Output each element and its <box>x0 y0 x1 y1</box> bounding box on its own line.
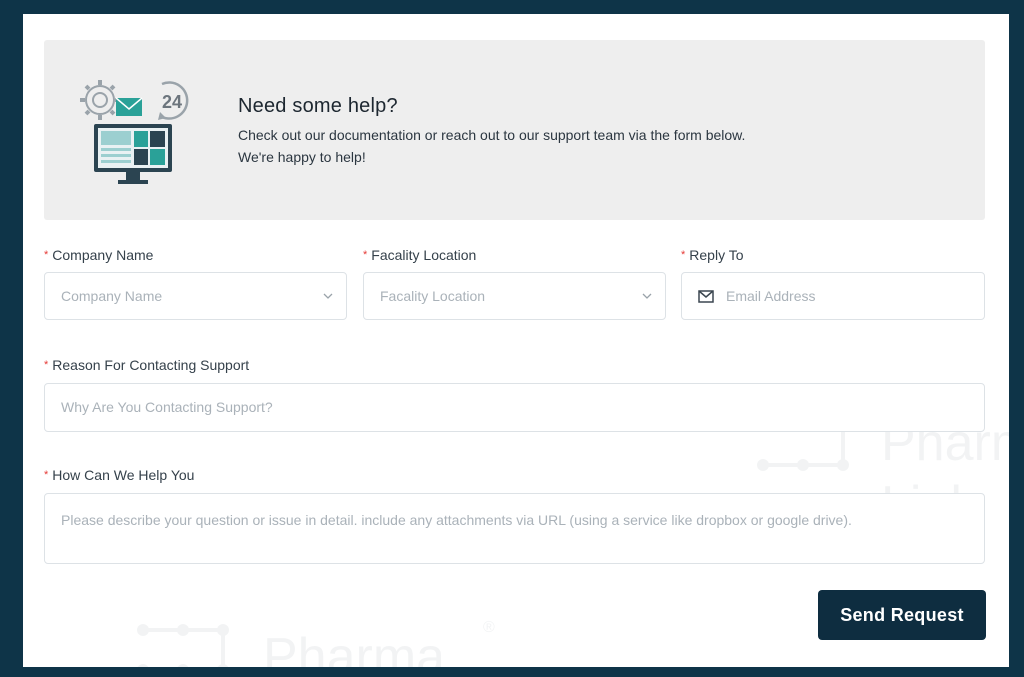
reply-to-label-text: Reply To <box>689 247 744 263</box>
required-marker: * <box>44 359 49 371</box>
mail-icon <box>698 290 714 303</box>
email-address-placeholder: Email Address <box>726 288 816 304</box>
help-details-label: * How Can We Help You <box>44 467 194 483</box>
clock-24-label: 24 <box>162 92 182 112</box>
gear-icon <box>80 80 120 120</box>
facility-location-placeholder: Facality Location <box>380 288 486 304</box>
help-details-placeholder: Please describe your question or issue i… <box>61 512 852 528</box>
send-request-button[interactable]: Send Request <box>818 590 986 640</box>
help-description: Check out our documentation or reach out… <box>238 127 746 165</box>
required-marker: * <box>363 249 368 261</box>
support-illustration-icon: 24 <box>80 80 189 184</box>
required-marker: * <box>681 249 686 261</box>
monitor-icon <box>94 124 172 184</box>
support-form-panel: Pharma Link Pharma ® <box>23 14 1009 667</box>
reason-placeholder: Why Are You Contacting Support? <box>61 399 273 415</box>
chevron-down-icon <box>642 293 652 299</box>
facility-location-select[interactable]: Facality Location <box>363 272 666 320</box>
required-marker: * <box>44 249 49 261</box>
envelope-icon <box>115 97 143 116</box>
required-marker: * <box>44 469 49 481</box>
company-name-placeholder: Company Name <box>61 288 163 304</box>
clock-24-icon: 24 <box>158 81 189 120</box>
company-name-select[interactable]: Company Name <box>44 272 347 320</box>
help-title: Need some help? <box>238 95 398 117</box>
reason-input[interactable]: Why Are You Contacting Support? <box>44 383 985 432</box>
reply-to-label: * Reply To <box>681 247 744 263</box>
help-banner: 24 Need some help? Check out our documen… <box>44 40 985 220</box>
reply-to-email-input[interactable]: Email Address <box>681 272 985 320</box>
help-details-textarea[interactable]: Please describe your question or issue i… <box>44 493 985 564</box>
facility-location-label: * Facality Location <box>363 247 476 263</box>
reason-label: * Reason For Contacting Support <box>44 357 249 373</box>
company-name-label-text: Company Name <box>52 247 154 263</box>
facility-location-label-text: Facality Location <box>371 247 477 263</box>
watermark-logo-bottom: Pharma ® <box>137 619 495 667</box>
reason-label-text: Reason For Contacting Support <box>52 357 250 373</box>
help-details-label-text: How Can We Help You <box>52 467 195 483</box>
watermark-word-pharma: Pharma <box>263 628 445 667</box>
company-name-label: * Company Name <box>44 247 153 263</box>
chevron-down-icon <box>323 293 333 299</box>
watermark-registered-mark: ® <box>483 619 495 636</box>
